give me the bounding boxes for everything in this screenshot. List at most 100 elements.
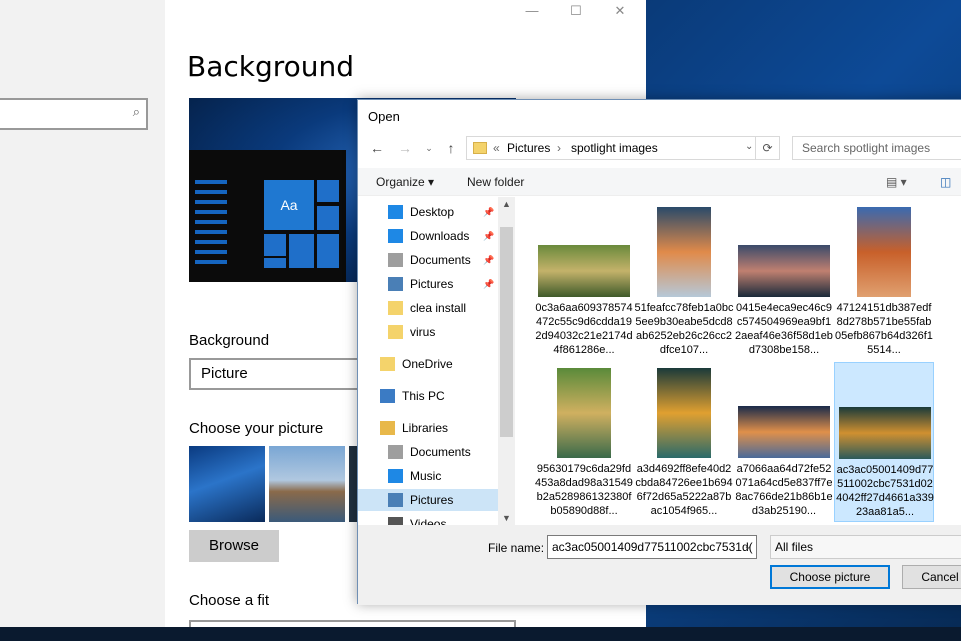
recent-locations-icon[interactable]: ⌄ [420, 136, 438, 160]
minimize-button[interactable]: — [510, 0, 554, 22]
libraries-icon [380, 421, 395, 435]
folder-search-input[interactable]: Search spotlight images [792, 136, 961, 160]
tree-item-label: OneDrive [402, 357, 453, 371]
tree-item-label: virus [410, 325, 436, 339]
maximize-button[interactable]: ☐ [554, 0, 598, 22]
view-options-icon[interactable]: ▤ ▾ [886, 175, 907, 189]
pc-icon [380, 389, 395, 403]
address-dropdown-icon[interactable]: ⌄ [745, 141, 753, 152]
pin-icon[interactable]: 📌 [483, 201, 494, 223]
pin-icon[interactable]: 📌 [483, 225, 494, 247]
address-bar[interactable]: « Pictures › spotlight images ⌄ [466, 136, 756, 160]
file-name: 0c3a6aa609378574472c55c9d6cdda192d94032c… [535, 302, 633, 356]
tree-item-this-pc[interactable]: This PC [380, 385, 498, 407]
choose-picture-label: Choose your picture [189, 420, 324, 437]
up-icon[interactable]: ↑ [442, 136, 460, 160]
dialog-footer: File name: ac3ac05001409d77511002cbc7531… [358, 525, 961, 605]
settings-search-input[interactable]: ⌕ [0, 98, 148, 130]
file-thumbnail [839, 407, 931, 459]
file-name: 95630179c6da29fd453a8dad98a31549b2a52898… [535, 463, 633, 517]
tree-item-libraries[interactable]: Libraries [380, 417, 498, 439]
file-name: a7066aa64d72fe52071a64cd5e837ff7e8ac766d… [735, 463, 833, 517]
scroll-up-icon[interactable]: ▲ [498, 199, 515, 209]
folder-icon [380, 357, 395, 371]
file-item[interactable]: 47124151db387edf8d278b571be55fab05efb867… [834, 197, 934, 357]
tree-item-clea-install[interactable]: clea install [388, 297, 498, 319]
file-thumbnail [557, 368, 611, 458]
file-thumbnail [857, 207, 911, 297]
pictures-icon [388, 277, 403, 291]
music-icon [388, 469, 403, 483]
file-name: ac3ac05001409d77511002cbc7531d024042ff27… [836, 464, 934, 518]
back-icon[interactable]: ← [368, 136, 386, 160]
choose-fit-label: Choose a fit [189, 592, 270, 609]
browse-button[interactable]: Browse [189, 530, 279, 562]
pin-icon[interactable]: 📌 [483, 273, 494, 295]
tree-item-downloads[interactable]: Downloads 📌 [388, 225, 498, 247]
file-item[interactable]: ac3ac05001409d77511002cbc7531d024042ff27… [834, 362, 934, 522]
tree-item-pictures[interactable]: Pictures 📌 [388, 273, 498, 295]
organize-button[interactable]: Organize ▾ [376, 175, 434, 189]
refresh-icon[interactable]: ⟳ [756, 136, 780, 160]
tree-item-documents[interactable]: Documents 📌 [388, 249, 498, 271]
page-title: Background [187, 50, 355, 83]
file-type-select[interactable]: All files [770, 535, 961, 559]
cancel-button[interactable]: Cancel [902, 565, 961, 589]
tree-scrollbar[interactable]: ▲ ▼ [498, 197, 515, 525]
picture-thumbnail[interactable] [189, 446, 265, 522]
file-thumbnail [657, 207, 711, 297]
file-item[interactable]: 0415e4eca9ec46c9c574504969ea9bf12aeaf46e… [734, 197, 834, 357]
downloads-icon [388, 229, 403, 243]
file-name-input[interactable]: ac3ac05001409d77511002cbc7531d( ⌄ [547, 535, 757, 559]
file-name-value: ac3ac05001409d77511002cbc7531d( [552, 540, 753, 554]
file-item[interactable]: 95630179c6da29fd453a8dad98a31549b2a52898… [534, 362, 634, 522]
chevron-down-icon[interactable]: ⌄ [744, 536, 752, 558]
videos-icon [388, 517, 403, 525]
tree-item-music[interactable]: Music [388, 465, 498, 487]
new-folder-button[interactable]: New folder [467, 175, 524, 189]
file-item[interactable]: a7066aa64d72fe52071a64cd5e837ff7e8ac766d… [734, 362, 834, 522]
preview-tile: Aa [264, 180, 314, 230]
address-overflow[interactable]: « [493, 141, 500, 155]
pin-icon[interactable]: 📌 [483, 249, 494, 271]
file-name: 51feafcc78feb1a0bc5ee9b30eabe5dcd8ab6252… [634, 302, 734, 356]
navigation-tree: Desktop 📌 Downloads 📌 Documents 📌 Pictures 📌 cle… [358, 197, 515, 525]
file-thumbnail [738, 406, 830, 458]
tree-item-label: Desktop [410, 205, 455, 219]
background-label: Background [189, 332, 270, 349]
breadcrumb-pictures[interactable]: Pictures [507, 141, 550, 155]
file-list: 0c3a6aa609378574472c55c9d6cdda192d94032c… [518, 197, 961, 525]
tree-item-documents[interactable]: Documents [388, 441, 498, 463]
file-item[interactable]: a3d4692ff8efe40d2cbda84726ee1b6946f72d65… [634, 362, 734, 522]
tree-item-label: Libraries [402, 421, 449, 435]
search-icon: ⌕ [132, 104, 140, 119]
choose-picture-button[interactable]: Choose picture [770, 565, 890, 589]
tree-item-pictures[interactable]: Pictures [358, 489, 498, 511]
preview-pane-icon[interactable]: ◫ [940, 175, 951, 189]
scrollbar-thumb[interactable] [500, 227, 513, 437]
file-thumbnail [738, 245, 830, 297]
scroll-down-icon[interactable]: ▼ [498, 513, 515, 523]
close-button[interactable]: ✕ [598, 0, 642, 22]
tree-item-videos[interactable]: Videos [388, 513, 498, 525]
pictures-icon [388, 493, 403, 507]
file-thumbnail [657, 368, 711, 458]
folder-icon [388, 301, 403, 315]
picture-thumbnail[interactable] [269, 446, 345, 522]
preview-start-menu: Aa [189, 150, 346, 282]
forward-icon[interactable]: → [396, 136, 414, 160]
tree-item-onedrive[interactable]: OneDrive [380, 353, 498, 375]
tree-item-label: Music [410, 469, 442, 483]
tree-item-label: clea install [410, 301, 467, 315]
tree-item-virus[interactable]: virus [388, 321, 498, 343]
tree-item-label: Documents [410, 445, 471, 459]
breadcrumb-spotlight-images[interactable]: spotlight images [571, 141, 658, 155]
settings-nav-pane [0, 0, 165, 627]
file-name: 0415e4eca9ec46c9c574504969ea9bf12aeaf46e… [735, 302, 833, 356]
file-item[interactable]: 51feafcc78feb1a0bc5ee9b30eabe5dcd8ab6252… [634, 197, 734, 357]
tree-item-desktop[interactable]: Desktop 📌 [388, 201, 498, 223]
file-name-label: File name: [488, 541, 545, 555]
file-thumbnail [538, 245, 630, 297]
file-item[interactable]: 0c3a6aa609378574472c55c9d6cdda192d94032c… [534, 197, 634, 357]
taskbar [0, 627, 961, 641]
